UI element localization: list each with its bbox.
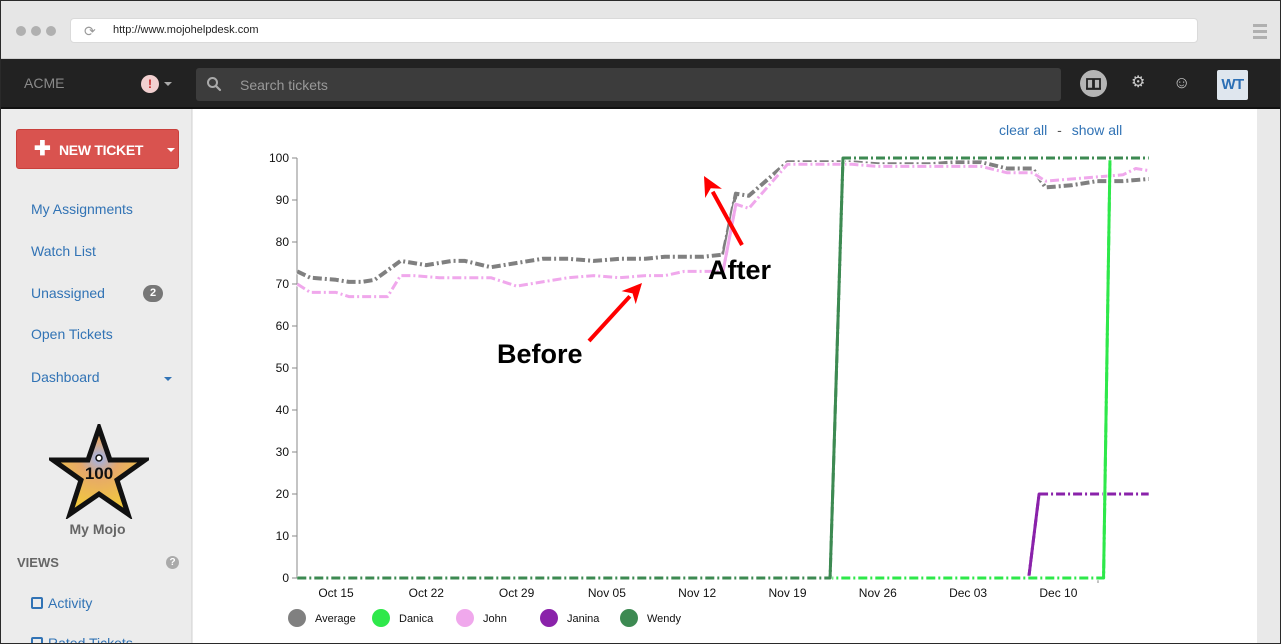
exclamation-icon[interactable]: ! [141,75,159,93]
unassigned-count-badge: 2 [143,285,163,302]
sidebar-item-dashboard[interactable]: Dashboard [31,369,100,385]
sidebar-item-watch-list[interactable]: Watch List [31,243,96,259]
url-text[interactable]: http://www.mojohelpdesk.com [113,24,259,36]
view-item-rated-tickets[interactable]: Rated Tickets [31,635,133,643]
main-content: clear all - show all [193,109,1257,643]
new-ticket-label: NEW TICKET [59,142,144,158]
view-item-label: Activity [48,595,93,611]
show-all-link[interactable]: show all [1072,122,1123,138]
book-icon [1086,78,1101,90]
chevron-down-icon[interactable] [164,377,172,381]
link-separator: - [1057,122,1062,138]
browser-menu-icon[interactable] [1253,24,1267,42]
reload-icon[interactable]: ⟳ [84,24,98,38]
search-input[interactable] [240,68,1040,101]
sidebar-item-unassigned[interactable]: Unassigned [31,285,105,301]
window-dot[interactable] [31,26,41,36]
window-dot[interactable] [46,26,56,36]
sidebar-item-open-tickets[interactable]: Open Tickets [31,326,113,342]
external-link-icon [31,637,43,643]
window-dot[interactable] [16,26,26,36]
view-item-label: Rated Tickets [48,635,133,643]
search-bar[interactable] [196,68,1061,101]
series-toggle-links: clear all - show all [999,122,1122,138]
my-mojo-label[interactable]: My Mojo [1,521,194,537]
top-navbar: ACME ! ⚙ ☺ WT [1,59,1280,109]
brand-name[interactable]: ACME [24,75,64,91]
vertical-scrollbar[interactable] [1257,109,1280,643]
chevron-down-icon [167,148,175,152]
window-controls[interactable] [16,26,56,36]
gear-icon[interactable]: ⚙ [1131,74,1145,92]
mojo-star-icon[interactable]: 100 [49,424,149,519]
browser-window: ⟳ http://www.mojohelpdesk.com ACME ! ⚙ ☺… [1,1,1280,643]
external-link-icon [31,597,43,609]
views-heading: VIEWS [17,555,59,570]
knowledge-base-button[interactable] [1080,70,1107,97]
clear-all-link[interactable]: clear all [999,122,1047,138]
annotation-before: Before [497,339,583,369]
chevron-down-icon[interactable] [164,82,172,86]
user-avatar[interactable]: WT [1217,70,1248,100]
address-bar[interactable]: ⟳ http://www.mojohelpdesk.com [70,18,1198,43]
plus-icon: ✚ [34,138,51,160]
sidebar: ✚ NEW TICKET My Assignments Watch List U… [1,109,192,643]
sidebar-item-my-assignments[interactable]: My Assignments [31,201,133,217]
browser-chrome: ⟳ http://www.mojohelpdesk.com [1,1,1280,59]
smiley-icon[interactable]: ☺ [1173,73,1190,93]
new-ticket-button[interactable]: ✚ NEW TICKET [16,129,179,169]
view-item-activity[interactable]: Activity [31,595,92,611]
help-icon[interactable]: ? [166,556,179,569]
annotation-after: After [708,255,772,285]
search-icon [207,77,222,92]
mojo-score: 100 [85,464,113,483]
